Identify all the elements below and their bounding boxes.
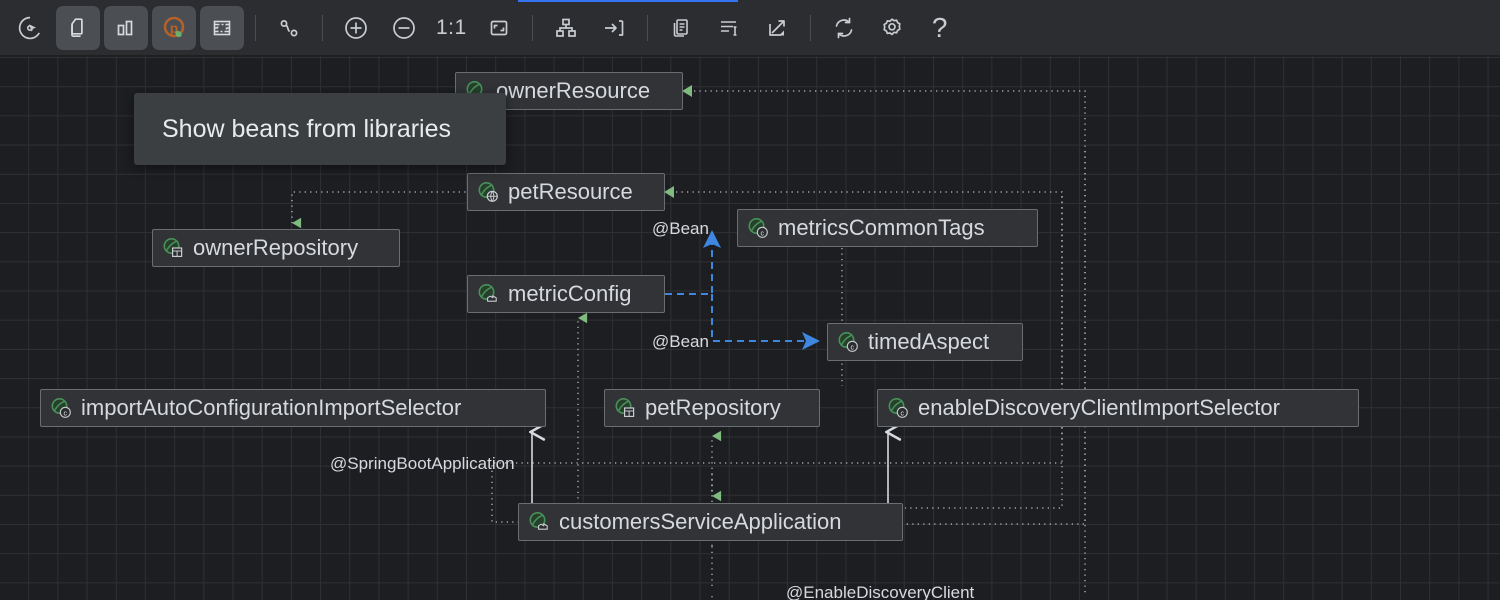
bean-node-label: metricsCommonTags	[778, 217, 985, 239]
edge-label-bean-timedAspect: @Bean	[652, 332, 709, 352]
bean-database-icon	[614, 397, 636, 419]
svg-text:c: c	[901, 410, 905, 417]
bean-node-label: timedAspect	[868, 331, 989, 353]
bean-node-petResource[interactable]: petResource	[467, 173, 665, 211]
pointer-select-icon[interactable]	[8, 6, 52, 50]
bean-config-icon	[477, 283, 499, 305]
svg-text:c: c	[851, 344, 855, 351]
help-glyph: ?	[932, 12, 948, 44]
copy-diagram-icon[interactable]	[56, 6, 100, 50]
bean-node-ownerRepository[interactable]: ownerRepository	[152, 229, 400, 267]
toolbar-separator-2	[322, 15, 323, 41]
toolbar-separator-1	[255, 15, 256, 41]
toolbar-focus-accent	[518, 0, 738, 2]
edge-label-enablediscoveryclient: @EnableDiscoveryClient	[786, 583, 974, 600]
spring-beans-icon[interactable]: p	[152, 6, 196, 50]
bean-node-importAutoConfigurationImportSelector[interactable]: c importAutoConfigurationImportSelector	[40, 389, 546, 427]
bean-web-icon	[477, 181, 499, 203]
tooltip-text: Show beans from libraries	[162, 115, 451, 144]
actual-size-button[interactable]: 1:1	[430, 6, 473, 50]
gear-icon[interactable]	[870, 6, 914, 50]
toolbar-separator-5	[810, 15, 811, 41]
help-icon[interactable]: ?	[918, 6, 962, 50]
zoom-in-icon[interactable]	[334, 6, 378, 50]
toolbar-separator-4	[647, 15, 648, 41]
bean-node-timedAspect[interactable]: c timedAspect	[827, 323, 1023, 361]
bean-class-icon: c	[887, 397, 909, 419]
zoom-out-icon[interactable]	[382, 6, 426, 50]
bean-node-label: ownerResource	[496, 80, 650, 102]
bean-node-label: enableDiscoveryClientImportSelector	[918, 397, 1280, 419]
layout-icon[interactable]	[544, 6, 588, 50]
edge-label-springbootapplication: @SpringBootApplication	[330, 454, 515, 474]
bean-node-label: ownerRepository	[193, 237, 358, 259]
bean-node-enableDiscoveryClientImportSelector[interactable]: c enableDiscoveryClientImportSelector	[877, 389, 1359, 427]
bean-config-icon	[528, 511, 550, 533]
fit-selection-icon[interactable]	[592, 6, 636, 50]
svg-text:c: c	[761, 230, 765, 237]
bean-node-customersServiceApplication[interactable]: customersServiceApplication	[518, 503, 903, 541]
spring-beans-diagram-window: p	[0, 0, 1500, 600]
bean-node-label: metricConfig	[508, 283, 631, 305]
toolbar-separator-3	[532, 15, 533, 41]
bean-node-label: customersServiceApplication	[559, 511, 841, 533]
edge-label-bean-metricsCommonTags: @Bean	[652, 219, 709, 239]
bean-class-icon: c	[747, 217, 769, 239]
refresh-icon[interactable]	[822, 6, 866, 50]
bean-node-metricsCommonTags[interactable]: c metricsCommonTags	[737, 209, 1038, 247]
bean-node-label: importAutoConfigurationImportSelector	[81, 397, 461, 419]
bean-node-petRepository[interactable]: petRepository	[604, 389, 820, 427]
bean-node-label: petResource	[508, 181, 633, 203]
bean-node-label: petRepository	[645, 397, 781, 419]
bean-class-icon: c	[50, 397, 72, 419]
edge-mode-icon[interactable]	[267, 6, 311, 50]
zoom-level-label: 1:1	[430, 16, 473, 40]
fit-content-icon[interactable]	[477, 6, 521, 50]
bean-database-icon	[162, 237, 184, 259]
show-beans-from-libraries-icon[interactable]	[104, 6, 148, 50]
bean-class-icon: c	[837, 331, 859, 353]
toolbar-tooltip: Show beans from libraries	[134, 93, 506, 165]
copy-to-clipboard-icon[interactable]	[659, 6, 703, 50]
diagram-toolbar: p	[0, 0, 1500, 56]
edit-caption-icon[interactable]	[707, 6, 751, 50]
show-grid-icon[interactable]	[200, 6, 244, 50]
bean-node-metricConfig[interactable]: metricConfig	[467, 275, 665, 313]
export-icon[interactable]	[755, 6, 799, 50]
svg-text:c: c	[64, 410, 68, 417]
